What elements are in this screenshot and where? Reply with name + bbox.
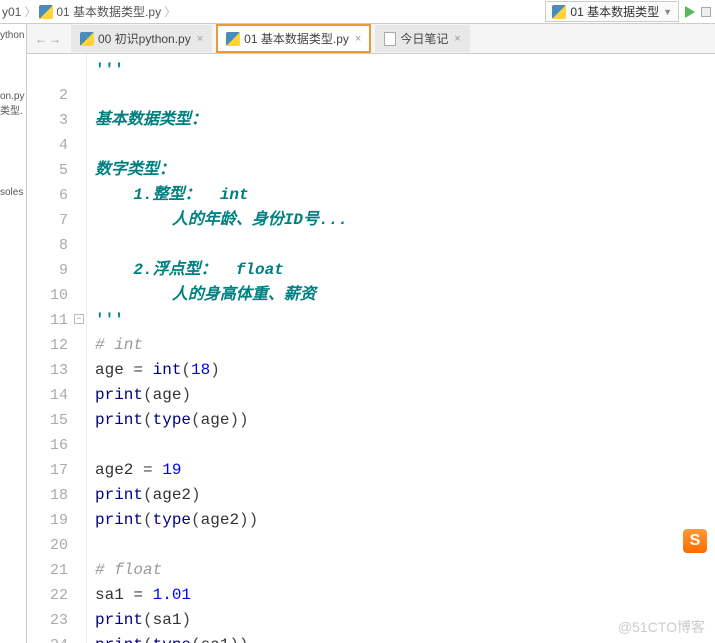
- line-number: 14: [27, 383, 86, 408]
- code-line: print(age): [95, 383, 715, 408]
- line-number: 4: [27, 133, 86, 158]
- line-number: 7: [27, 208, 86, 233]
- line-number: 18: [27, 483, 86, 508]
- run-button[interactable]: [685, 6, 695, 18]
- code-editor[interactable]: 2 3 4 5 6 7 8 9 10 11− 12 13 14 15 16 17…: [27, 54, 715, 643]
- code-line: 人的身高体重、薪资: [95, 283, 715, 308]
- nav-arrows: ← →: [35, 32, 61, 46]
- code-line: age2 = 19: [95, 458, 715, 483]
- tab-label: 00 初识python.py: [98, 30, 191, 47]
- line-number: 5: [27, 158, 86, 183]
- nav-back-icon[interactable]: ←: [35, 32, 47, 46]
- code-line: # float: [95, 558, 715, 583]
- line-number: 16: [27, 433, 86, 458]
- tab-file-0[interactable]: 00 初识python.py ×: [71, 25, 212, 52]
- close-icon[interactable]: ×: [355, 33, 361, 45]
- close-icon[interactable]: ×: [197, 33, 203, 45]
- code-line: 基本数据类型：: [95, 108, 715, 133]
- line-number: 24: [27, 633, 86, 643]
- run-config-selector[interactable]: 01 基本数据类型 ▼: [545, 1, 679, 22]
- python-file-icon: [226, 32, 240, 46]
- code-line: age = int(18): [95, 358, 715, 383]
- code-line: ''': [95, 308, 715, 333]
- python-file-icon: [552, 5, 566, 19]
- line-number: 10: [27, 283, 86, 308]
- line-number: 21: [27, 558, 86, 583]
- chevron-down-icon: ▼: [663, 7, 672, 17]
- left-label: 类型.: [0, 102, 26, 117]
- line-gutter: 2 3 4 5 6 7 8 9 10 11− 12 13 14 15 16 17…: [27, 54, 87, 643]
- code-line: [95, 433, 715, 458]
- chevron-right-icon: 〉: [24, 3, 36, 20]
- toolbar-right: 01 基本数据类型 ▼: [545, 1, 715, 22]
- breadcrumb-item[interactable]: y01: [2, 5, 21, 19]
- code-line: [95, 83, 715, 108]
- line-number: 19: [27, 508, 86, 533]
- line-number: 15: [27, 408, 86, 433]
- left-tool-strip: ython on.py 类型. soles: [0, 24, 27, 643]
- code-line: 2.浮点型： float: [95, 258, 715, 283]
- editor-tabs: ← → 00 初识python.py × 01 基本数据类型.py × 今日笔记…: [27, 24, 715, 54]
- line-number: 11−: [27, 308, 86, 333]
- line-number: 3: [27, 108, 86, 133]
- python-file-icon: [39, 5, 53, 19]
- line-number: 2: [27, 83, 86, 108]
- nav-forward-icon[interactable]: →: [49, 32, 61, 46]
- line-number: 20: [27, 533, 86, 558]
- line-number: 17: [27, 458, 86, 483]
- code-line: [95, 133, 715, 158]
- line-number: 8: [27, 233, 86, 258]
- left-label: on.py: [0, 91, 26, 102]
- tab-label: 今日笔记: [400, 30, 448, 47]
- line-number: 9: [27, 258, 86, 283]
- code-line: sa1 = 1.01: [95, 583, 715, 608]
- code-line: print(type(age)): [95, 408, 715, 433]
- chevron-right-icon: 〉: [164, 3, 176, 20]
- line-number: 12: [27, 333, 86, 358]
- python-file-icon: [80, 32, 94, 46]
- code-line: print(age2): [95, 483, 715, 508]
- breadcrumb: y01 〉 01 基本数据类型.py 〉: [0, 3, 545, 20]
- line-number: 6: [27, 183, 86, 208]
- sogou-ime-icon[interactable]: S: [683, 529, 707, 553]
- code-line: # int: [95, 333, 715, 358]
- watermark: @51CTO博客: [618, 617, 705, 637]
- fold-icon[interactable]: −: [74, 314, 84, 324]
- code-line: print(type(age2)): [95, 508, 715, 533]
- project-tab-label[interactable]: ython: [0, 30, 26, 41]
- code-area[interactable]: ''' 基本数据类型： 数字类型： 1.整型： int 人的年龄、身份ID号..…: [87, 54, 715, 643]
- tab-file-1[interactable]: 01 基本数据类型.py ×: [216, 24, 371, 53]
- text-file-icon: [384, 32, 396, 46]
- close-icon[interactable]: ×: [454, 33, 460, 45]
- consoles-tab-label[interactable]: soles: [0, 187, 26, 198]
- stop-button[interactable]: [701, 7, 711, 17]
- top-bar: y01 〉 01 基本数据类型.py 〉 01 基本数据类型 ▼: [0, 0, 715, 24]
- breadcrumb-item[interactable]: 01 基本数据类型.py: [39, 3, 161, 20]
- center-panel: ← → 00 初识python.py × 01 基本数据类型.py × 今日笔记…: [27, 24, 715, 643]
- tab-file-2[interactable]: 今日笔记 ×: [375, 25, 469, 52]
- line-number: 13: [27, 358, 86, 383]
- code-line: [95, 533, 715, 558]
- code-line: ''': [95, 58, 715, 83]
- line-number: 23: [27, 608, 86, 633]
- code-line: 数字类型：: [95, 158, 715, 183]
- code-line: [95, 233, 715, 258]
- line-number: 22: [27, 583, 86, 608]
- main-row: ython on.py 类型. soles ← → 00 初识python.py…: [0, 24, 715, 643]
- code-line: 人的年龄、身份ID号...: [95, 208, 715, 233]
- tab-label: 01 基本数据类型.py: [244, 30, 349, 47]
- line-number: [27, 58, 86, 83]
- code-line: 1.整型： int: [95, 183, 715, 208]
